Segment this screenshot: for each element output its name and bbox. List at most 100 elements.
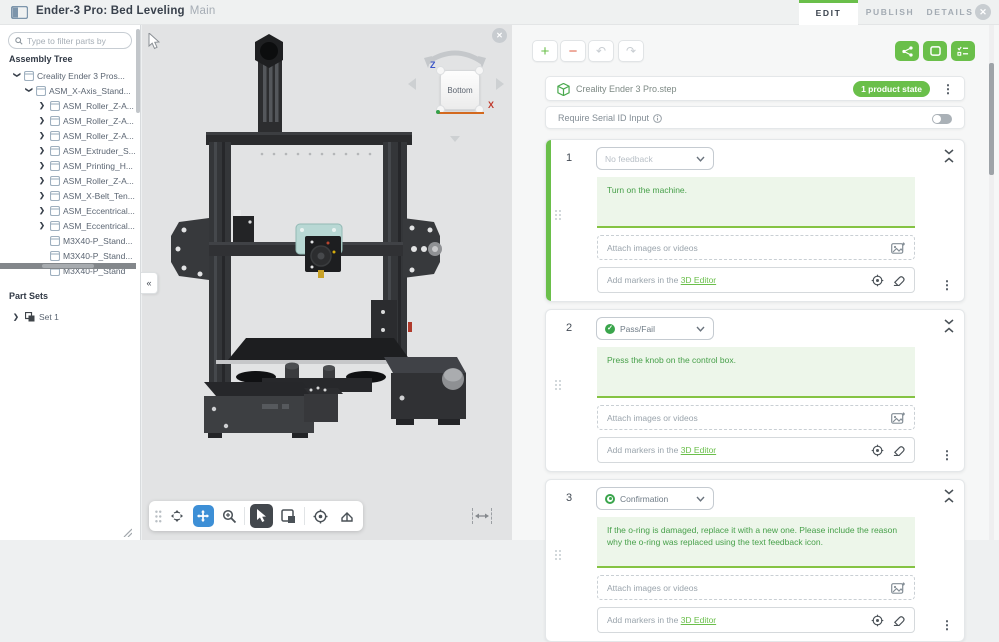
step-instruction-text[interactable]: Turn on the machine. (597, 177, 915, 228)
tree-item[interactable]: ❯ ASM_X-Axis_Stand... (0, 83, 141, 98)
step-number: 3 (566, 492, 573, 504)
tree-item[interactable]: ❯ ASM_X-Belt_Ten... (0, 188, 141, 203)
redo-button[interactable]: ↷ (618, 40, 644, 62)
fit-width-icon[interactable] (472, 508, 492, 524)
tree-item[interactable]: ❯ ASM_Roller_Z-A... (0, 173, 141, 188)
chevron-icon[interactable]: ❯ (39, 131, 47, 139)
sidebar-horizontal-scrollbar[interactable] (0, 263, 136, 269)
display-button[interactable] (923, 41, 947, 61)
chevron-right-icon[interactable]: ❯ (13, 313, 21, 321)
markers-row[interactable]: Add markers in the 3D Editor (597, 267, 915, 293)
step-drag-handle-icon[interactable] (555, 550, 562, 563)
chevron-icon[interactable]: ❯ (13, 72, 21, 80)
3d-editor-link[interactable]: 3D Editor (681, 275, 716, 285)
sidebar-collapse-button[interactable]: « (141, 272, 158, 294)
markers-row[interactable]: Add markers in the 3D Editor (597, 437, 915, 463)
remove-step-button[interactable]: − (560, 40, 586, 62)
part-set-item[interactable]: ❯ Set 1 (13, 309, 59, 324)
3d-editor-link[interactable]: 3D Editor (681, 445, 716, 455)
attach-media-dropzone[interactable]: Attach images or videos (597, 235, 915, 260)
step-card[interactable]: 2 Pass/Fail Press the knob on the contro… (545, 309, 965, 472)
step-drag-handle-icon[interactable] (555, 380, 562, 393)
chevron-icon[interactable]: ❯ (39, 101, 47, 109)
product-overflow-menu[interactable]: ⋮ (942, 83, 954, 95)
chevron-icon[interactable]: ❯ (39, 221, 47, 229)
parts-filter-search[interactable] (8, 32, 132, 49)
markers-label: Add markers in the 3D Editor (607, 445, 717, 455)
view-cube-face[interactable]: Bottom (440, 70, 480, 110)
search-input[interactable] (27, 35, 125, 46)
step-card[interactable]: 3 Confirmation If the o-ring is damaged,… (545, 479, 965, 642)
product-card[interactable]: Creality Ender 3 Pro.step 1 product stat… (545, 76, 965, 101)
step-overflow-menu[interactable]: ⋮ (941, 276, 953, 294)
tree-item[interactable]: ❯ M3X40-P_Stand... (0, 233, 141, 248)
view-cube[interactable]: Bottom Z X (400, 40, 510, 150)
chevron-icon[interactable]: ❯ (39, 176, 47, 184)
tree-item-label: ASM_Roller_Z-A... (63, 130, 134, 141)
markers-row[interactable]: Add markers in the 3D Editor (597, 607, 915, 633)
tree-item-label: ASM_Printing_H... (63, 160, 133, 171)
feedback-type-label: No feedback (605, 153, 653, 164)
tab-details[interactable]: DETAILS (920, 0, 980, 25)
orbit-icon[interactable] (167, 505, 188, 527)
attach-media-dropzone[interactable]: Attach images or videos (597, 405, 915, 430)
chevron-icon[interactable]: ❯ (25, 87, 33, 95)
collapse-step-icon[interactable] (944, 489, 954, 503)
step-instruction-text[interactable]: Press the knob on the control box. (597, 347, 915, 398)
focus-target-icon[interactable] (871, 614, 884, 627)
resize-grip-icon[interactable] (122, 527, 132, 537)
feedback-type-dropdown[interactable]: Confirmation (596, 487, 714, 510)
step-instruction-text[interactable]: If the o-ring is damaged, replace it wit… (597, 517, 915, 568)
tab-edit[interactable]: EDIT (799, 0, 858, 25)
pan-icon[interactable] (192, 505, 214, 527)
feedback-type-dropdown[interactable]: No feedback (596, 147, 714, 170)
marker-stamp-icon[interactable] (892, 274, 905, 286)
step-card[interactable]: 1 No feedback Turn on the machine. Attac… (545, 139, 965, 302)
step-overflow-menu[interactable]: ⋮ (941, 616, 953, 634)
tree-item[interactable]: ❯ Creality Ender 3 Pros... (0, 68, 141, 83)
tree-item[interactable]: ❯ M3X40-P_Stand... (0, 248, 141, 263)
tree-item[interactable]: ❯ ASM_Eccentrical... (0, 218, 141, 233)
assembly-doc-icon (50, 100, 60, 111)
tree-item[interactable]: ❯ ASM_Eccentrical... (0, 203, 141, 218)
tree-item[interactable]: ❯ ASM_Roller_Z-A... (0, 113, 141, 128)
collapse-step-icon[interactable] (944, 149, 954, 163)
feedback-type-icon (605, 493, 615, 504)
feedback-type-dropdown[interactable]: Pass/Fail (596, 317, 714, 340)
chevron-icon[interactable]: ❯ (39, 191, 47, 199)
marker-stamp-icon[interactable] (892, 614, 905, 626)
chevron-icon[interactable]: ❯ (39, 146, 47, 154)
info-icon[interactable] (653, 113, 662, 123)
3d-viewport[interactable]: ✕ Bottom Z X (142, 25, 512, 540)
marker-stamp-icon[interactable] (892, 444, 905, 456)
drag-handle-icon[interactable] (155, 510, 162, 523)
undo-button[interactable]: ↶ (588, 40, 614, 62)
share-button[interactable] (895, 41, 919, 61)
chevron-icon[interactable]: ❯ (39, 161, 47, 169)
section-icon[interactable] (336, 505, 357, 527)
select-cursor-icon[interactable] (250, 504, 274, 528)
focus-target-icon[interactable] (871, 274, 884, 287)
box-select-icon[interactable] (278, 505, 299, 527)
window-close-icon[interactable]: ✕ (975, 4, 991, 20)
serial-id-toggle[interactable] (932, 114, 952, 124)
tab-publish[interactable]: PUBLISH (860, 0, 920, 25)
chevron-icon[interactable]: ❯ (39, 116, 47, 124)
3d-editor-link[interactable]: 3D Editor (681, 615, 716, 625)
tree-item[interactable]: ❯ ASM_Roller_Z-A... (0, 128, 141, 143)
step-overflow-menu[interactable]: ⋮ (941, 446, 953, 464)
focus-target-icon[interactable] (310, 505, 331, 527)
checklist-button[interactable] (951, 41, 975, 61)
focus-target-icon[interactable] (871, 444, 884, 457)
chevron-icon[interactable]: ❯ (39, 206, 47, 214)
tree-item[interactable]: ❯ ASM_Printing_H... (0, 158, 141, 173)
add-step-button[interactable]: + (532, 40, 558, 62)
zoom-icon[interactable] (219, 505, 240, 527)
tree-item[interactable]: ❯ ASM_Extruder_S... (0, 143, 141, 158)
product-state-badge[interactable]: 1 product state (853, 81, 930, 97)
step-drag-handle-icon[interactable] (555, 210, 562, 223)
panel-scrollbar[interactable] (989, 25, 994, 540)
attach-media-dropzone[interactable]: Attach images or videos (597, 575, 915, 600)
tree-item[interactable]: ❯ ASM_Roller_Z-A... (0, 98, 141, 113)
collapse-step-icon[interactable] (944, 319, 954, 333)
